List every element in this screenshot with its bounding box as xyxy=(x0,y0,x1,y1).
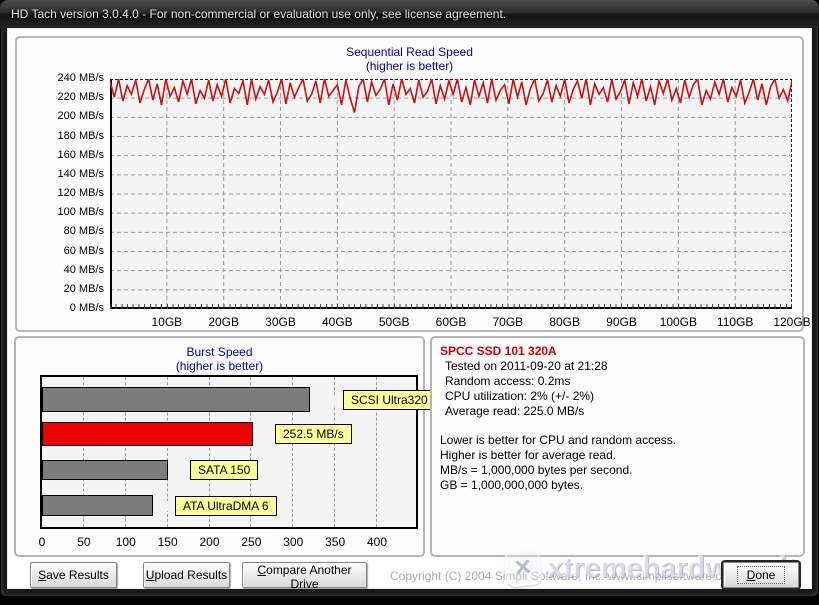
save-access-key: S xyxy=(38,568,46,582)
done-access-key: D xyxy=(747,568,756,582)
done-label-rest: one xyxy=(755,568,775,582)
sequential-x-axis-labels: 10GB 20GB 30GB 40GB 50GB 60GB 70GB 80GB 90GB 100G… xyxy=(17,38,802,330)
drive-name: SPCC SSD 101 320A xyxy=(440,344,795,359)
upload-results-button[interactable]: Upload Results xyxy=(143,562,230,588)
note-lower-better: Lower is better for CPU and random acces… xyxy=(440,433,795,448)
burst-x-tick-label: 0 xyxy=(39,535,46,549)
sequential-x-tick-label: 120GB xyxy=(773,315,810,329)
screen: HD Tach version 3.0.4.0 - For non-commer… xyxy=(0,0,819,605)
sequential-x-tick-label: 100GB xyxy=(660,315,697,329)
note-mbs-definition: MB/s = 1,000,000 bytes per second. xyxy=(440,463,795,478)
save-label-rest: ave Results xyxy=(46,568,109,582)
compare-access-key: C xyxy=(257,563,266,577)
sequential-x-tick-label: 60GB xyxy=(436,315,467,329)
burst-x-tick-label: 200 xyxy=(199,535,219,549)
done-button[interactable]: Done xyxy=(723,562,799,588)
title-bar[interactable]: HD Tach version 3.0.4.0 - For non-commer… xyxy=(0,0,819,28)
compare-label-rest: ompare Another Drive xyxy=(266,563,351,591)
average-read-line: Average read: 225.0 MB/s xyxy=(440,404,795,419)
burst-x-tick-label: 300 xyxy=(283,535,303,549)
sequential-x-tick-label: 50GB xyxy=(379,315,410,329)
compare-another-drive-button[interactable]: Compare Another Drive xyxy=(242,562,367,588)
sequential-x-tick-label: 70GB xyxy=(492,315,523,329)
tested-on-line: Tested on 2011-09-20 at 21:28 xyxy=(440,359,795,374)
sequential-x-tick-label: 10GB xyxy=(151,315,182,329)
burst-x-tick-label: 250 xyxy=(241,535,261,549)
burst-x-tick-label: 100 xyxy=(116,535,136,549)
done-focus-rect: Done xyxy=(737,566,786,584)
sequential-x-tick-label: 30GB xyxy=(265,315,296,329)
client-area: Sequential Read Speed (higher is better)… xyxy=(7,28,812,589)
window-title: HD Tach version 3.0.4.0 - For non-commer… xyxy=(11,0,506,28)
burst-x-axis-labels: 0 50 100 150 200 250 300 350 400 xyxy=(16,338,423,555)
sequential-x-tick-label: 40GB xyxy=(322,315,353,329)
sequential-x-tick-label: 20GB xyxy=(208,315,239,329)
burst-speed-panel: Burst Speed (higher is better) SCSI Ultr… xyxy=(14,336,425,557)
copyright-text: Copyright (C) 2004 Simpli Software, Inc.… xyxy=(390,569,738,583)
burst-x-tick-label: 50 xyxy=(77,535,90,549)
sequential-read-panel: Sequential Read Speed (higher is better)… xyxy=(15,36,804,332)
sequential-x-tick-label: 90GB xyxy=(606,315,637,329)
sequential-x-tick-label: 110GB xyxy=(717,315,753,329)
note-gb-definition: GB = 1,000,000,000 bytes. xyxy=(440,478,795,493)
random-access-line: Random access: 0.2ms xyxy=(440,374,795,389)
drive-info-panel: SPCC SSD 101 320A Tested on 2011-09-20 a… xyxy=(430,336,805,557)
hdtach-window: HD Tach version 3.0.4.0 - For non-commer… xyxy=(0,0,819,597)
burst-x-tick-label: 150 xyxy=(158,535,178,549)
cpu-utilization-line: CPU utilization: 2% (+/- 2%) xyxy=(440,389,795,404)
burst-x-tick-label: 350 xyxy=(325,535,345,549)
burst-x-tick-label: 400 xyxy=(367,535,387,549)
sequential-x-tick-label: 80GB xyxy=(549,315,580,329)
note-higher-better: Higher is better for average read. xyxy=(440,448,795,463)
upload-label-rest: pload Results xyxy=(154,568,227,582)
save-results-button[interactable]: Save Results xyxy=(30,562,117,588)
